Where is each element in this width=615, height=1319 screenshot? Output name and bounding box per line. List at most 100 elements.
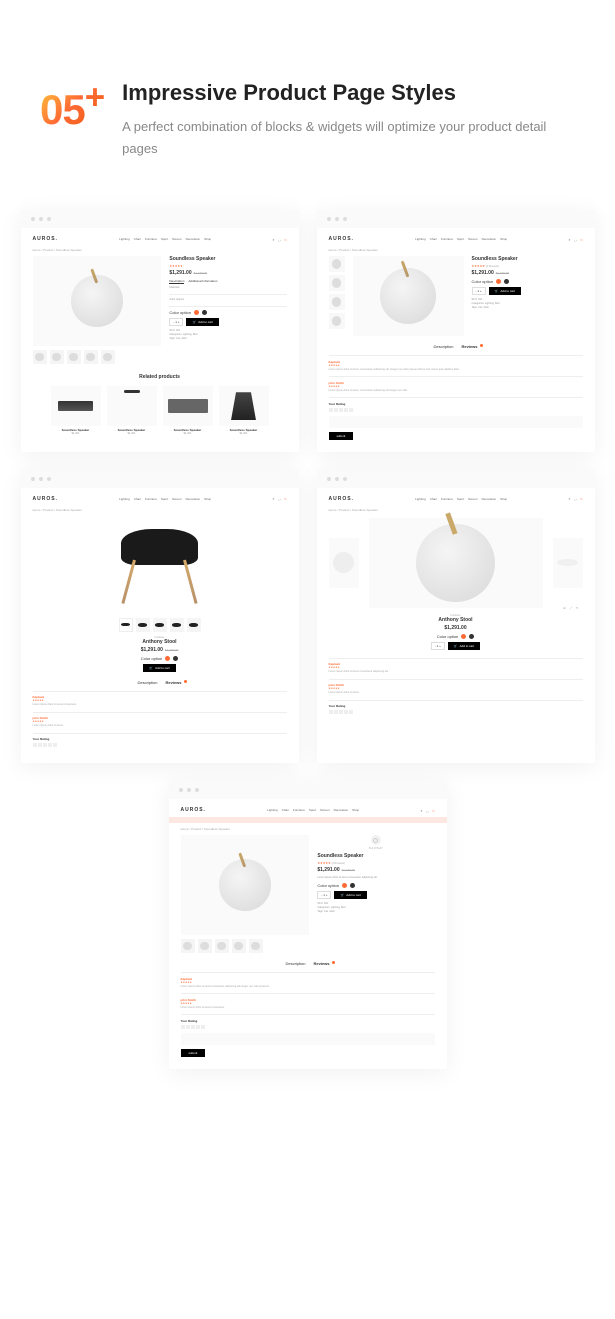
thumbnails (181, 939, 310, 953)
rating-label: Your Rating (181, 1019, 435, 1023)
product-price: $1,291.00$1,470.00 (169, 270, 286, 276)
user-icon: ◡ (426, 808, 430, 813)
add-to-cart-button[interactable]: 🛒 Add to cart (448, 642, 480, 650)
info-row: Color options (169, 298, 286, 302)
window-dots (21, 470, 299, 488)
user-icon: ◡ (278, 496, 282, 501)
product-price: $1,291.00$1,470.00 (33, 647, 287, 653)
window-dots (317, 210, 595, 228)
preview-card-1[interactable]: AUROS. LightingChairFurnitureSportScreen… (21, 210, 299, 452)
rating-stars: ★★★★★ (169, 264, 286, 268)
submit-button[interactable]: submit (329, 432, 354, 440)
review-item: john Smith★★★★★Lorem ipsum dolor sit ame… (33, 716, 287, 728)
color-options: Color option (472, 279, 583, 284)
preview-card-4[interactable]: AUROS. LightingChairFurnitureSportScreen… (317, 470, 595, 764)
header-icons: ⌕◡⌂ (272, 237, 286, 242)
window-dots (169, 781, 447, 799)
product-title: Soundless Speaker (169, 256, 286, 262)
user-icon: ◡ (574, 237, 578, 242)
zoom-icon: ⊞ (563, 606, 566, 610)
thumbnails (33, 350, 162, 364)
qty-stepper[interactable]: - 1 + (169, 318, 183, 326)
qty-stepper[interactable]: - 1 + (431, 642, 445, 650)
product-desc: Lorem ipsum dolor sit amet consectetur a… (317, 876, 434, 880)
qty-stepper[interactable]: - 1 + (317, 891, 331, 899)
preview-card-3[interactable]: AUROS. LightingChairFurnitureSportScreen… (21, 470, 299, 764)
add-to-cart-button[interactable]: 🛒 Add to cart (489, 287, 521, 295)
brand-name: B & O PLAY (317, 847, 434, 850)
thumbnails (33, 618, 287, 632)
qty-stepper[interactable]: - 1 + (472, 287, 486, 295)
preview-card-2[interactable]: AUROS. LightingChairFurnitureSportScreen… (317, 210, 595, 452)
user-icon: ◡ (574, 496, 578, 501)
review-item: Kaplasti★★★★★Lorem ipsum dolor sit amet,… (329, 360, 583, 372)
rating-input[interactable] (329, 710, 583, 714)
cart-icon: ⌂ (284, 237, 286, 242)
logo: AUROS. (329, 236, 354, 242)
brand-logo-icon (371, 835, 381, 845)
breadcrumb: Home / Product / Soundless Speaker (329, 508, 583, 512)
add-to-cart-button[interactable]: 🛒 Add to cart (334, 891, 366, 899)
rating-input[interactable] (329, 408, 583, 412)
logo: AUROS. (33, 496, 58, 502)
review-item: john Smith★★★★★Lorem ipsum dolor sit ame… (329, 683, 583, 695)
nav-menu: LightingChairFurnitureSportScreenDecorat… (267, 808, 359, 812)
color-options: Color option (317, 883, 434, 888)
content-tabs: DescriptionReviews (181, 961, 435, 966)
previews-grid: AUROS. LightingChairFurnitureSportScreen… (0, 210, 615, 1109)
breadcrumb: Home / Product / Soundless Speaker (181, 827, 435, 831)
related-products: Related products Soundless Speaker$1,291… (33, 374, 287, 435)
rating-label: Your Rating (329, 402, 583, 406)
rating-stars: ★★★★★ (2 Reviews) (472, 264, 583, 268)
count-badge: 05+ (40, 80, 104, 131)
search-icon: ⌕ (568, 237, 570, 242)
speaker-icon (416, 524, 494, 602)
rating-label: Your Rating (329, 704, 583, 708)
category-bar (169, 817, 447, 823)
hero-subtitle: A perfect combination of blocks & widget… (122, 116, 575, 160)
breadcrumb: Home / Product / Soundless Speaker (33, 248, 287, 252)
cart-icon: ⌂ (432, 808, 434, 813)
nav-menu: LightingChairFurnitureSportScreenDecorat… (415, 497, 507, 501)
nav-menu: LightingChairFurnitureSportScreenDecorat… (119, 497, 211, 501)
header-icons: ⌕◡⌂ (568, 496, 582, 501)
info-row: Materials (169, 286, 286, 290)
content-tabs: DescriptionReviews (329, 344, 583, 349)
breadcrumb: Home / Product / Soundless Speaker (329, 248, 583, 252)
logo: AUROS. (33, 236, 58, 242)
product-title: Soundless Speaker (472, 256, 583, 262)
product-title: Anthony Stool (33, 639, 287, 645)
rotate-icon: ↻ (576, 606, 579, 610)
color-options: Color option (33, 656, 287, 661)
nav-menu: LightingChairFurnitureSportScreenDecorat… (415, 237, 507, 241)
user-icon: ◡ (278, 237, 282, 242)
logo: AUROS. (181, 807, 206, 813)
cart-icon: ⌂ (580, 496, 582, 501)
review-item: Kaplasti★★★★★Lorem ipsum dolor sit amet … (329, 662, 583, 674)
review-textarea[interactable] (329, 416, 583, 428)
header-icons: ⌕ ◡⌂ (568, 237, 582, 242)
product-image (33, 256, 162, 346)
cart-icon: ⌂ (580, 237, 582, 242)
hero-title: Impressive Product Page Styles (122, 80, 575, 106)
submit-button[interactable]: submit (181, 1049, 206, 1057)
product-image (105, 520, 215, 610)
add-to-cart-button[interactable]: 🛒 Add to cart (186, 318, 218, 326)
review-textarea[interactable] (181, 1033, 435, 1045)
color-options: Color option (329, 634, 583, 639)
product-meta: SKU: N/ACategories: Lighting, BedTags: C… (317, 902, 434, 914)
rating-label: Your Rating (33, 737, 287, 741)
product-price: $1,291.00$1,470.00 (317, 867, 434, 873)
product-image (181, 835, 310, 935)
cart-icon: ⌂ (284, 496, 286, 501)
add-to-cart-button[interactable]: 🛒 Add to cart (143, 664, 175, 672)
window-dots (21, 210, 299, 228)
rating-input[interactable] (181, 1025, 435, 1029)
product-image (353, 256, 464, 336)
product-title: Soundless Speaker (317, 853, 434, 859)
preview-card-5[interactable]: AUROS. LightingChairFurnitureSportScreen… (169, 781, 447, 1069)
info-tabs: DescriptionAdditional Information (169, 279, 286, 284)
review-item: Kaplasti★★★★★Lorem ipsum dolor sit amet … (33, 695, 287, 707)
rating-input[interactable] (33, 743, 287, 747)
product-price: $1,291.00 (329, 625, 583, 631)
